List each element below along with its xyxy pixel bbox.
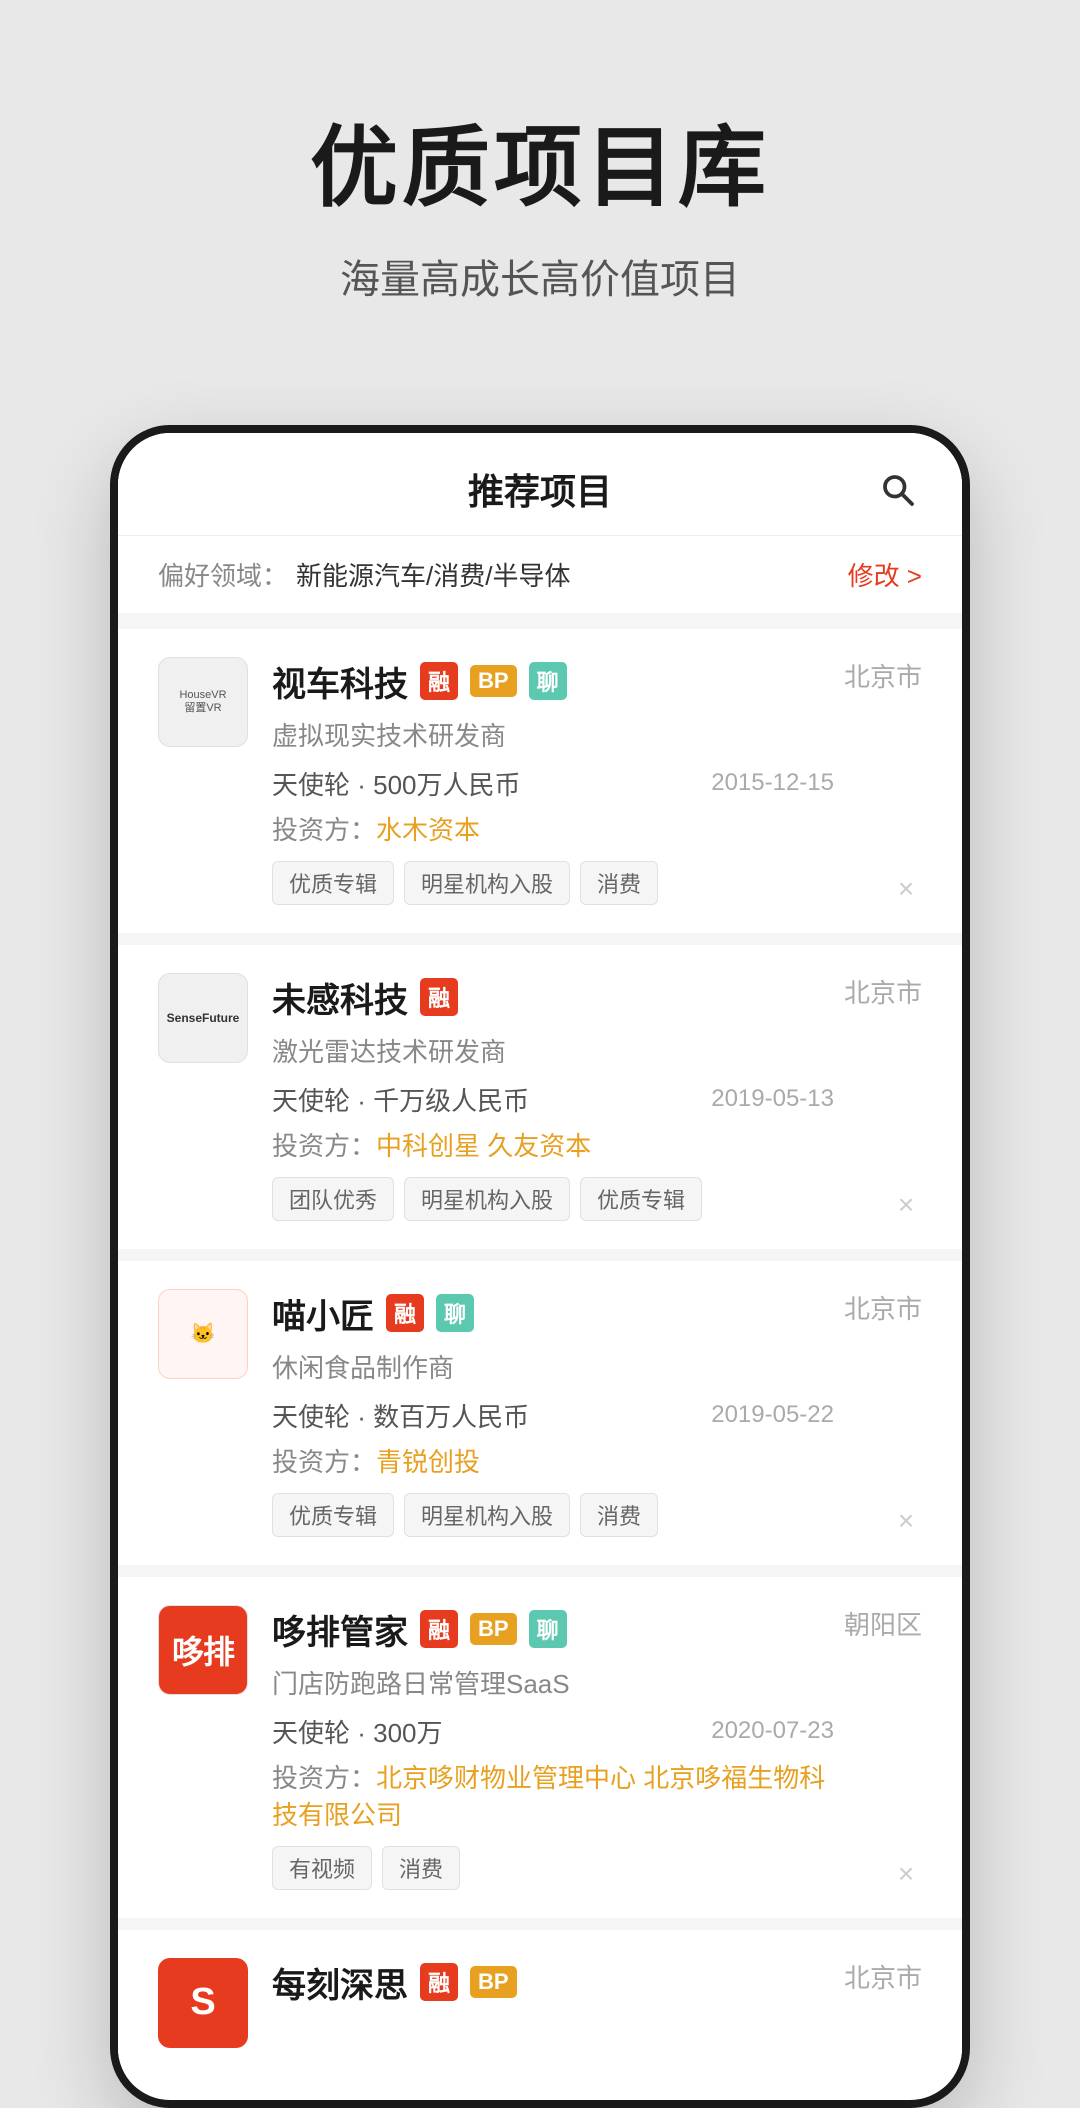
investor-row: 投资方：中科创星 久友资本: [272, 1126, 834, 1163]
funding-date: 2019-05-13: [711, 1085, 834, 1113]
badge-liao: 聊: [529, 662, 567, 700]
funding-date: 2020-07-23: [711, 1717, 834, 1745]
tags-row: 优质专辑 明星机构入股 消费: [272, 861, 834, 905]
funding-info: 天使轮 · 千万级人民币: [272, 1081, 529, 1118]
company-logo: 🐱: [158, 1289, 248, 1379]
badge-liao: 聊: [529, 1610, 567, 1648]
funding-date: 2015-12-15: [711, 769, 834, 797]
funding-info: 天使轮 · 数百万人民币: [272, 1397, 529, 1434]
app-title: 推荐项目: [208, 463, 872, 515]
tag: 消费: [580, 1493, 658, 1537]
company-logo: 哆排: [158, 1605, 248, 1695]
investor-row: 投资方：北京哆财物业管理中心 北京哆福生物科技有限公司: [272, 1758, 834, 1832]
logo-text: HouseVR留置VR: [179, 689, 226, 715]
company-name: 视车科技: [272, 657, 408, 706]
tag: 团队优秀: [272, 1177, 394, 1221]
project-card[interactable]: SenseFuture 未感科技 融 激光雷达技术研发商 天使轮 · 千万级人民…: [118, 945, 962, 1249]
tag: 优质专辑: [580, 1177, 702, 1221]
preference-value: 新能源汽车/消费/半导体: [296, 556, 848, 593]
company-logo: SenseFuture: [158, 973, 248, 1063]
tag: 优质专辑: [272, 861, 394, 905]
funding-info: 天使轮 · 300万: [272, 1713, 443, 1750]
investor-row: 投资方：青锐创投: [272, 1442, 834, 1479]
card-location: 北京市: [844, 1958, 922, 1995]
card-location: 北京市: [844, 657, 922, 694]
preference-label: 偏好领域：: [158, 556, 288, 593]
tag: 明星机构入股: [404, 1177, 570, 1221]
badge-bp: BP: [470, 665, 517, 697]
search-button[interactable]: [872, 464, 922, 514]
project-card[interactable]: 哆排 哆排管家 融 BP 聊 门店防跑路日常管理SaaS 天使轮 · 300万 …: [118, 1577, 962, 1918]
company-desc: 休闲食品制作商: [272, 1348, 834, 1385]
project-card[interactable]: 🐱 喵小匠 融 聊 休闲食品制作商 天使轮 · 数百万人民币 2019-05-2…: [118, 1261, 962, 1565]
funding-info: 天使轮 · 500万人民币: [272, 765, 521, 802]
badge-rong: 融: [386, 1294, 424, 1332]
preference-bar: 偏好领域： 新能源汽车/消费/半导体 修改 >: [118, 536, 962, 613]
tag: 明星机构入股: [404, 861, 570, 905]
company-desc: 激光雷达技术研发商: [272, 1032, 834, 1069]
tag: 有视频: [272, 1846, 372, 1890]
company-desc: 虚拟现实技术研发商: [272, 716, 834, 753]
badge-rong: 融: [420, 978, 458, 1016]
logo-text: 🐱: [191, 1322, 216, 1346]
app-header: 推荐项目: [118, 433, 962, 536]
close-button[interactable]: ×: [890, 873, 922, 905]
badge-liao: 聊: [436, 1294, 474, 1332]
company-logo: S: [158, 1958, 248, 2048]
close-button[interactable]: ×: [890, 1858, 922, 1890]
company-logo: HouseVR留置VR: [158, 657, 248, 747]
tags-row: 有视频 消费: [272, 1846, 834, 1890]
tag: 明星机构入股: [404, 1493, 570, 1537]
tag: 消费: [382, 1846, 460, 1890]
search-icon: [879, 471, 915, 507]
investor-row: 投资方：水木资本: [272, 810, 834, 847]
card-location: 北京市: [844, 973, 922, 1010]
company-name: 哆排管家: [272, 1605, 408, 1654]
badge-bp: BP: [470, 1613, 517, 1645]
app-screen: 推荐项目 偏好领域： 新能源汽车/消费/半导体 修改 > HouseVR留置VR: [118, 433, 962, 2088]
funding-date: 2019-05-22: [711, 1401, 834, 1429]
project-card[interactable]: HouseVR留置VR 视车科技 融 BP 聊 虚拟现实技术研发商 天使轮 · …: [118, 629, 962, 933]
logo-text: SenseFuture: [167, 1011, 240, 1025]
tags-row: 团队优秀 明星机构入股 优质专辑: [272, 1177, 834, 1221]
close-button[interactable]: ×: [890, 1505, 922, 1537]
tag: 优质专辑: [272, 1493, 394, 1537]
company-name: 喵小匠: [272, 1289, 374, 1338]
header-section: 优质项目库 海量高成长高价值项目: [0, 0, 1080, 365]
badge-rong: 融: [420, 662, 458, 700]
modify-link[interactable]: 修改 >: [848, 556, 922, 593]
company-name: 未感科技: [272, 973, 408, 1022]
company-desc: 门店防跑路日常管理SaaS: [272, 1664, 834, 1701]
badge-rong: 融: [420, 1610, 458, 1648]
sub-title: 海量高成长高价值项目: [340, 247, 740, 305]
tag: 消费: [580, 861, 658, 905]
card-location: 朝阳区: [844, 1605, 922, 1642]
phone-frame: 推荐项目 偏好领域： 新能源汽车/消费/半导体 修改 > HouseVR留置VR: [110, 425, 970, 2108]
company-name: 每刻深思: [272, 1958, 408, 2007]
tags-row: 优质专辑 明星机构入股 消费: [272, 1493, 834, 1537]
badge-rong: 融: [420, 1963, 458, 2001]
close-button[interactable]: ×: [890, 1189, 922, 1221]
card-location: 北京市: [844, 1289, 922, 1326]
project-card[interactable]: S 每刻深思 融 BP 北京市: [118, 1930, 962, 2088]
badge-bp: BP: [470, 1966, 517, 1998]
main-title: 优质项目库: [310, 120, 770, 217]
